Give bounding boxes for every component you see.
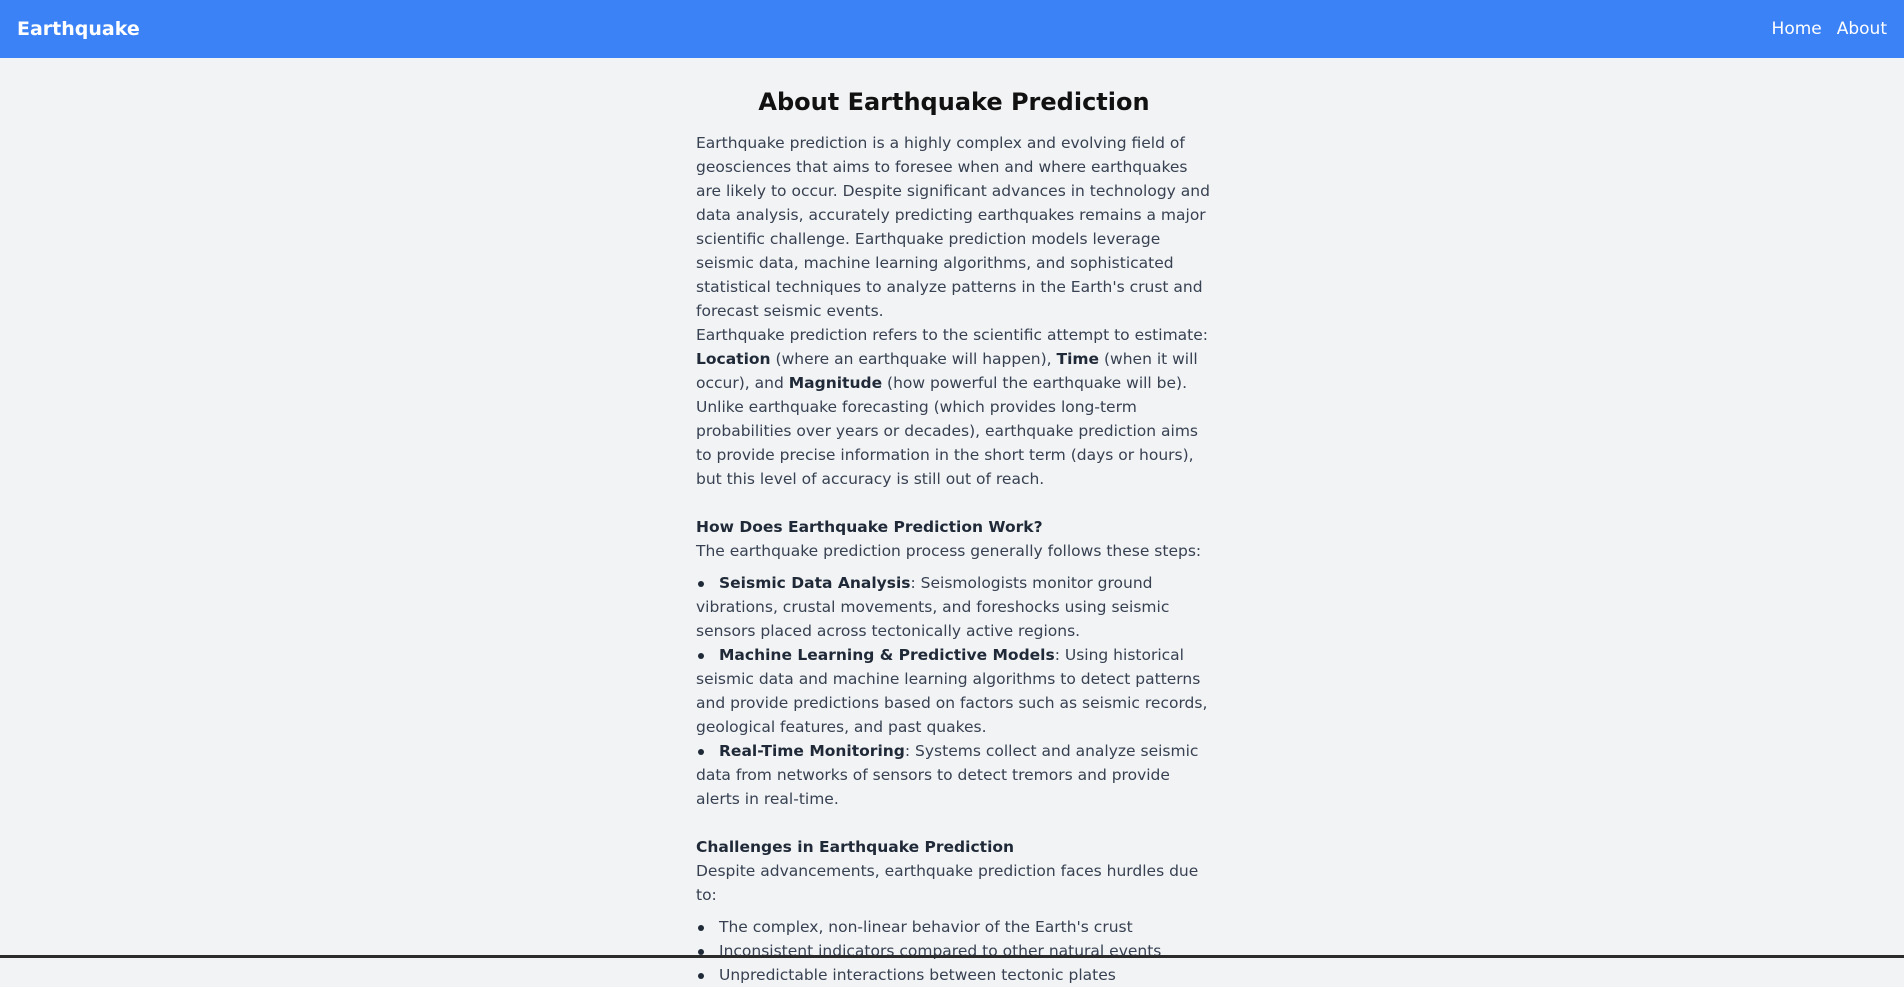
list-item: The complex, non-linear behavior of the …: [696, 915, 1212, 939]
list-item: Unpredictable interactions between tecto…: [696, 963, 1212, 987]
how-it-works-intro: The earthquake prediction process genera…: [696, 542, 1202, 560]
step-term: Seismic Data Analysis: [719, 574, 911, 592]
step-term: Machine Learning & Predictive Models: [719, 646, 1055, 664]
top-navbar: Earthquake Home About: [0, 0, 1904, 58]
nav-link-home[interactable]: Home: [1772, 19, 1822, 39]
challenges-list: The complex, non-linear behavior of the …: [696, 915, 1212, 987]
desc-location: (where an earthquake will happen),: [770, 350, 1057, 368]
challenges-heading: Challenges in Earthquake Prediction: [696, 838, 1015, 856]
list-item: Seismic Data Analysis: Seismologists mon…: [696, 571, 1212, 643]
steps-list: Seismic Data Analysis: Seismologists mon…: [696, 571, 1212, 811]
term-location: Location: [696, 350, 771, 368]
challenges-intro: Despite advancements, earthquake predict…: [696, 862, 1199, 904]
step-term: Real-Time Monitoring: [719, 742, 905, 760]
list-item: Inconsistent indicators compared to othe…: [696, 939, 1212, 963]
how-it-works-heading: How Does Earthquake Prediction Work?: [696, 518, 1043, 536]
intro-paragraph: Earthquake prediction is a highly comple…: [696, 134, 1210, 320]
term-magnitude: Magnitude: [788, 374, 883, 392]
main-content: About Earthquake Prediction Earthquake p…: [696, 80, 1212, 987]
list-item: Real-Time Monitoring: Systems collect an…: [696, 739, 1212, 811]
list-item: Machine Learning & Predictive Models: Us…: [696, 643, 1212, 739]
nav-link-about[interactable]: About: [1837, 19, 1887, 39]
definition-lead: Earthquake prediction refers to the scie…: [696, 326, 1208, 344]
term-time: Time: [1056, 350, 1100, 368]
brand-logo-text[interactable]: Earthquake: [17, 18, 140, 40]
page-title: About Earthquake Prediction: [758, 88, 1150, 116]
definition-paragraph: Location (where an earthquake will happe…: [696, 347, 1212, 491]
nav-links: Home About: [1772, 19, 1887, 39]
